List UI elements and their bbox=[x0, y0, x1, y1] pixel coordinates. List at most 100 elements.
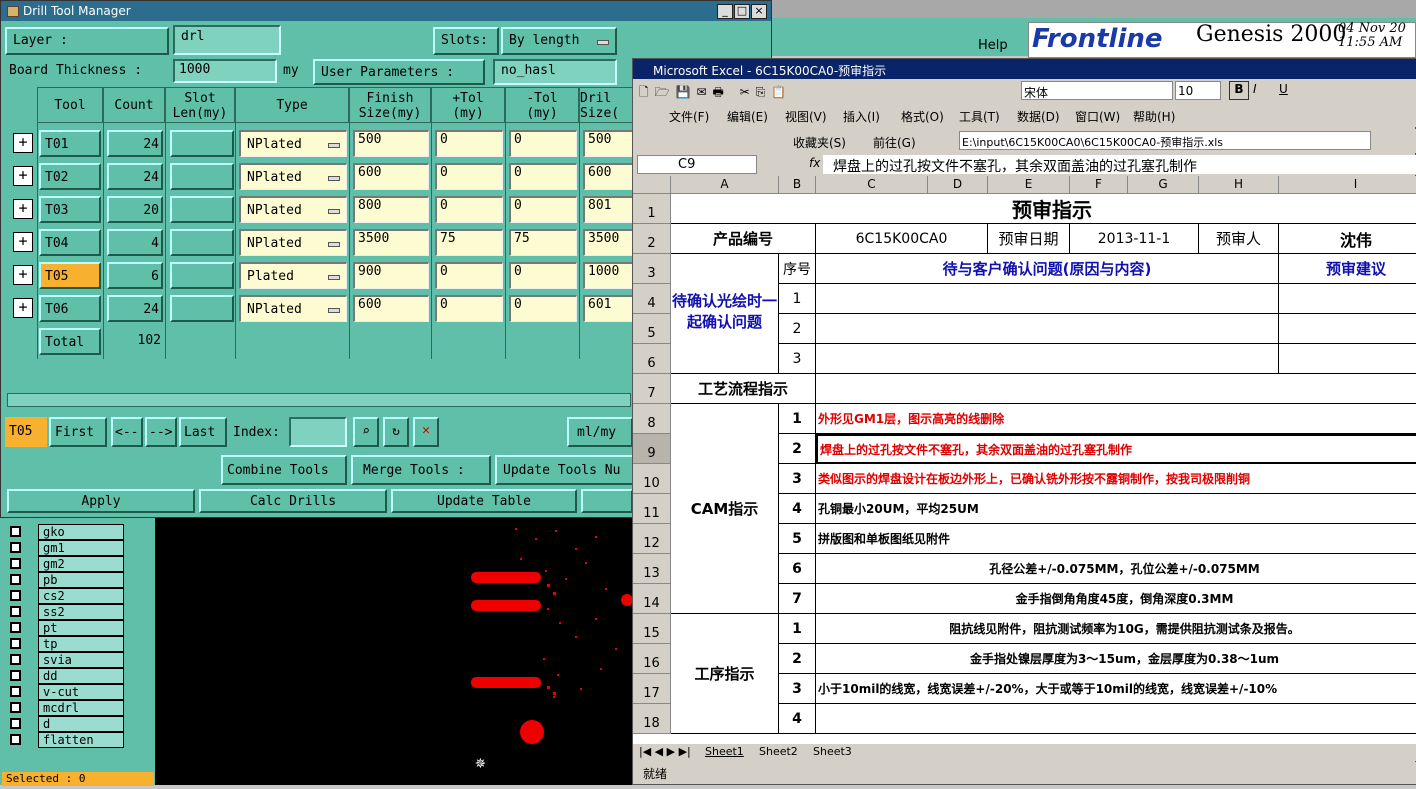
first-button[interactable]: First bbox=[49, 417, 107, 447]
row-header[interactable]: 10 bbox=[633, 464, 671, 494]
row-header[interactable]: 13 bbox=[633, 554, 671, 584]
layer-checkbox[interactable] bbox=[10, 558, 21, 569]
extra-button[interactable] bbox=[581, 489, 633, 513]
column-header[interactable]: F bbox=[1070, 176, 1128, 194]
layer-checkbox[interactable] bbox=[10, 702, 21, 713]
suggest-cell[interactable] bbox=[1279, 344, 1416, 374]
bold-button[interactable]: B bbox=[1229, 81, 1249, 100]
finish-size-field[interactable]: 600 bbox=[353, 295, 429, 322]
layer-checkbox[interactable] bbox=[10, 654, 21, 665]
layer-row[interactable]: flatten bbox=[6, 732, 124, 748]
product-label[interactable]: 产品编号 bbox=[671, 224, 816, 254]
row-header[interactable]: 16 bbox=[633, 644, 671, 674]
issue-cell[interactable] bbox=[816, 314, 1279, 344]
layer-row[interactable]: gm1 bbox=[6, 540, 124, 556]
layer-row[interactable]: d bbox=[6, 716, 124, 732]
layer-row[interactable]: ss2 bbox=[6, 604, 124, 620]
expand-icon[interactable]: + bbox=[13, 298, 33, 318]
table-row[interactable]: + T03 20 NPlated 800 0 0 801 bbox=[7, 193, 637, 226]
slots-select[interactable]: By length bbox=[501, 27, 617, 55]
layer-row[interactable]: svia bbox=[6, 652, 124, 668]
sheet-nav-icon[interactable]: |◀ ◀ ▶ ▶| bbox=[639, 745, 691, 758]
horizontal-scrollbar[interactable] bbox=[7, 393, 631, 407]
row-header[interactable]: 9 bbox=[633, 434, 671, 464]
unit-toggle-button[interactable]: ml/my bbox=[567, 417, 633, 447]
layer-row[interactable]: gko bbox=[6, 524, 124, 540]
column-header[interactable]: E bbox=[988, 176, 1070, 194]
row-header[interactable]: 1 bbox=[633, 194, 671, 224]
maximize-button[interactable]: □ bbox=[734, 4, 750, 19]
finish-size-field[interactable]: 900 bbox=[353, 262, 429, 289]
suggest-header[interactable]: 预审建议 bbox=[1279, 254, 1416, 284]
help-menu[interactable]: Help bbox=[978, 38, 1008, 53]
drill-size-field[interactable]: 600 bbox=[583, 163, 637, 190]
column-header[interactable]: B bbox=[779, 176, 816, 194]
tool-button[interactable]: T02 bbox=[39, 163, 101, 190]
layer-row[interactable]: pt bbox=[6, 620, 124, 636]
layer-checkbox[interactable] bbox=[10, 686, 21, 697]
drill-size-field[interactable]: 801 bbox=[583, 196, 637, 223]
cam-item[interactable]: 金手指倒角角度45度，倒角深度0.3MM bbox=[816, 584, 1416, 614]
drill-size-field[interactable]: 601 bbox=[583, 295, 637, 322]
layer-row[interactable]: pb bbox=[6, 572, 124, 588]
suggest-cell[interactable] bbox=[1279, 284, 1416, 314]
font-select[interactable]: 宋体 bbox=[1021, 81, 1173, 100]
menu-item[interactable]: 格式(O) bbox=[901, 108, 944, 125]
menu-item[interactable]: 视图(V) bbox=[785, 108, 827, 125]
minus-tol-field[interactable]: 75 bbox=[509, 229, 577, 256]
combine-tools-button[interactable]: Combine Tools bbox=[221, 455, 347, 485]
menu-item[interactable]: 插入(I) bbox=[843, 108, 880, 125]
menu-item[interactable]: 工具(T) bbox=[959, 108, 1000, 125]
cam-item[interactable]: 焊盘上的过孔按文件不塞孔，其余双面盖油的过孔塞孔制作 bbox=[816, 434, 1416, 464]
tab-sheet3[interactable]: Sheet3 bbox=[813, 745, 852, 758]
next-button[interactable]: --> bbox=[145, 417, 177, 447]
column-header[interactable]: I bbox=[1279, 176, 1416, 194]
corner-cell[interactable] bbox=[633, 176, 671, 194]
tab-sheet1[interactable]: Sheet1 bbox=[705, 745, 744, 758]
row-header[interactable]: 3 bbox=[633, 254, 671, 284]
italic-button[interactable]: I bbox=[1253, 82, 1257, 96]
row-header[interactable]: 11 bbox=[633, 494, 671, 524]
op-item[interactable]: 金手指处镍层厚度为3～15um，金层厚度为0.38～1um bbox=[816, 644, 1416, 674]
table-row[interactable]: + T04 4 NPlated 3500 75 75 3500 bbox=[7, 226, 637, 259]
confirm-label[interactable]: 待确认光绘时一起确认问题 bbox=[671, 254, 779, 374]
menu-item[interactable]: 编辑(E) bbox=[727, 108, 768, 125]
type-select[interactable]: NPlated bbox=[239, 130, 347, 157]
date-value[interactable]: 2013-11-1 bbox=[1070, 224, 1199, 254]
expand-icon[interactable]: + bbox=[13, 166, 33, 186]
sheet-title[interactable]: 预审指示 bbox=[671, 194, 1416, 224]
layer-checkbox[interactable] bbox=[10, 638, 21, 649]
product-value[interactable]: 6C15K00CA0 bbox=[816, 224, 988, 254]
type-select[interactable]: NPlated bbox=[239, 295, 347, 322]
reviewer-label[interactable]: 预审人 bbox=[1199, 224, 1279, 254]
column-header[interactable]: A bbox=[671, 176, 779, 194]
user-parameters-field[interactable]: no_hasl bbox=[493, 59, 617, 85]
layer-row[interactable]: dd bbox=[6, 668, 124, 684]
seq-header[interactable]: 序号 bbox=[779, 254, 816, 284]
type-select[interactable]: NPlated bbox=[239, 196, 347, 223]
expand-icon[interactable]: + bbox=[13, 133, 33, 153]
row-header[interactable]: 2 bbox=[633, 224, 671, 254]
address-field[interactable]: E:\input\6C15K00CA0\6C15K00CA0-预审指示.xls bbox=[959, 131, 1371, 150]
refresh-icon[interactable]: ↻ bbox=[383, 417, 409, 447]
menu-item[interactable]: 数据(D) bbox=[1017, 108, 1060, 125]
drill-size-field[interactable]: 1000 bbox=[583, 262, 637, 289]
layer-row[interactable]: cs2 bbox=[6, 588, 124, 604]
minus-tol-field[interactable]: 0 bbox=[509, 130, 577, 157]
issue-header[interactable]: 待与客户确认问题(原因与内容) bbox=[816, 254, 1279, 284]
minus-tol-field[interactable]: 0 bbox=[509, 262, 577, 289]
minus-tol-field[interactable]: 0 bbox=[509, 163, 577, 190]
menu-item[interactable]: 窗口(W) bbox=[1075, 108, 1120, 125]
layer-checkbox[interactable] bbox=[10, 622, 21, 633]
calc-drills-button[interactable]: Calc Drills bbox=[199, 489, 387, 513]
column-header[interactable]: H bbox=[1199, 176, 1279, 194]
row-header[interactable]: 14 bbox=[633, 584, 671, 614]
tool-button[interactable]: T04 bbox=[39, 229, 101, 256]
name-box[interactable]: C9 bbox=[637, 155, 757, 174]
layer-checkbox[interactable] bbox=[10, 590, 21, 601]
type-select[interactable]: Plated bbox=[239, 262, 347, 289]
menu-item[interactable]: 帮助(H) bbox=[1133, 108, 1175, 125]
type-select[interactable]: NPlated bbox=[239, 229, 347, 256]
cam-item[interactable]: 孔铜最小20UM，平均25UM bbox=[816, 494, 1416, 524]
layer-field[interactable]: drl bbox=[173, 25, 281, 55]
